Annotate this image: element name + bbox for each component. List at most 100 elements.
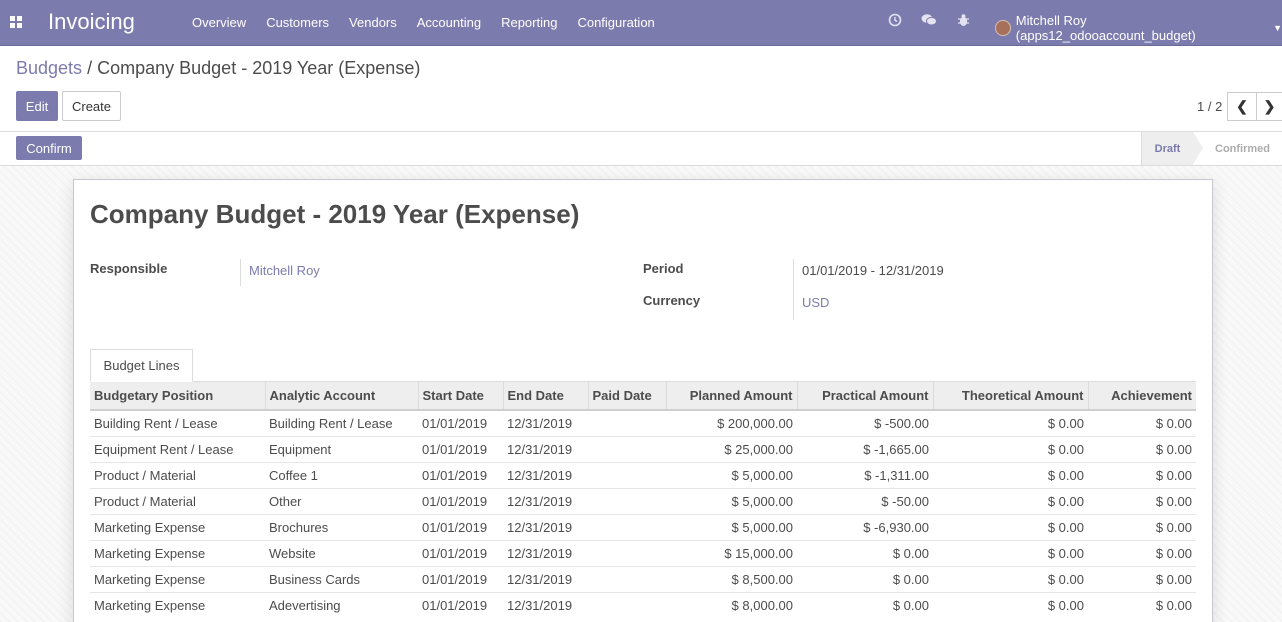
cell-theoretical-amount: $ 0.00 xyxy=(933,435,1088,462)
col-paid-date[interactable]: Paid Date xyxy=(587,382,666,411)
menu-customers[interactable]: Customers xyxy=(256,15,339,30)
field-divider xyxy=(240,259,241,286)
col-planned-amount[interactable]: Planned Amount xyxy=(665,382,797,411)
col-achievement[interactable]: Achievement xyxy=(1087,382,1196,411)
main-navbar: Invoicing Overview Customers Vendors Acc… xyxy=(0,0,1282,46)
app-title[interactable]: Invoicing xyxy=(48,9,135,35)
cell-paid-date xyxy=(588,461,666,488)
cell-practical-amount: $ -6,930.00 xyxy=(797,513,933,540)
menu-reporting[interactable]: Reporting xyxy=(491,15,567,30)
table-row[interactable]: Product / Material Coffee 1 01/01/2019 1… xyxy=(90,461,1196,488)
chevron-down-icon: ▼ xyxy=(1273,23,1282,33)
responsible-value[interactable]: Mitchell Roy xyxy=(249,263,320,278)
pager-previous-button[interactable]: ❮ xyxy=(1227,92,1257,121)
cell-practical-amount: $ -50.00 xyxy=(797,487,933,514)
cell-achievement: $ 0.00 xyxy=(1088,591,1196,618)
cell-end-date: 12/31/2019 xyxy=(503,565,588,592)
pager-value[interactable]: 1 / 2 xyxy=(1197,99,1222,114)
period-value: 01/01/2019 - 12/31/2019 xyxy=(802,263,944,278)
table-row[interactable]: Marketing Expense Brochures 01/01/2019 1… xyxy=(90,513,1196,540)
col-end-date[interactable]: End Date xyxy=(502,382,588,411)
col-analytic-account[interactable]: Analytic Account xyxy=(264,382,418,411)
breadcrumb-budgets[interactable]: Budgets xyxy=(16,58,82,78)
cell-analytic-account: Other xyxy=(265,487,418,514)
cell-paid-date xyxy=(588,487,666,514)
cell-planned-amount: $ 8,000.00 xyxy=(666,591,797,618)
stage-confirmed[interactable]: Confirmed xyxy=(1203,132,1282,165)
table-row[interactable]: Marketing Expense Adevertising 01/01/201… xyxy=(90,591,1196,618)
col-practical-amount[interactable]: Practical Amount xyxy=(796,382,933,411)
cell-end-date: 12/31/2019 xyxy=(503,409,588,436)
cell-analytic-account: Coffee 1 xyxy=(265,461,418,488)
tab-budget-lines[interactable]: Budget Lines xyxy=(90,349,193,382)
chat-icon[interactable] xyxy=(921,13,937,30)
cell-practical-amount: $ 0.00 xyxy=(797,591,933,618)
cell-end-date: 12/31/2019 xyxy=(503,591,588,618)
chevron-right-icon: ❯ xyxy=(1263,98,1276,114)
table-row[interactable]: Building Rent / Lease Building Rent / Le… xyxy=(90,409,1196,436)
apps-menu-icon[interactable] xyxy=(10,16,23,29)
confirm-button[interactable]: Confirm xyxy=(16,136,82,160)
cell-start-date: 01/01/2019 xyxy=(418,461,503,488)
col-budgetary-position[interactable]: Budgetary Position xyxy=(90,382,265,411)
cell-analytic-account: Equipment xyxy=(265,435,418,462)
table-row[interactable]: Equipment Rent / Lease Equipment 01/01/2… xyxy=(90,435,1196,462)
currency-value[interactable]: USD xyxy=(802,295,829,310)
budget-lines-table: Budgetary Position Analytic Account Star… xyxy=(90,382,1196,618)
cell-start-date: 01/01/2019 xyxy=(418,409,503,436)
avatar xyxy=(995,20,1011,36)
cell-planned-amount: $ 5,000.00 xyxy=(666,487,797,514)
cell-end-date: 12/31/2019 xyxy=(503,539,588,566)
table-row[interactable]: Product / Material Other 01/01/2019 12/3… xyxy=(90,487,1196,514)
table-row[interactable]: Marketing Expense Website 01/01/2019 12/… xyxy=(90,539,1196,566)
cell-achievement: $ 0.00 xyxy=(1088,461,1196,488)
user-menu[interactable]: Mitchell Roy (apps12_odooaccount_budget)… xyxy=(995,13,1282,43)
chevron-left-icon: ❮ xyxy=(1236,98,1248,114)
cell-practical-amount: $ 0.00 xyxy=(797,565,933,592)
cell-practical-amount: $ -500.00 xyxy=(797,409,933,436)
cell-analytic-account: Adevertising xyxy=(265,591,418,618)
pager-next-button[interactable]: ❯ xyxy=(1256,92,1282,121)
table-header-row: Budgetary Position Analytic Account Star… xyxy=(90,382,1196,411)
cell-analytic-account: Building Rent / Lease xyxy=(265,409,418,436)
cell-practical-amount: $ -1,311.00 xyxy=(797,461,933,488)
cell-theoretical-amount: $ 0.00 xyxy=(933,591,1088,618)
menu-vendors[interactable]: Vendors xyxy=(339,15,407,30)
menu-accounting[interactable]: Accounting xyxy=(407,15,491,30)
cell-practical-amount: $ -1,665.00 xyxy=(797,435,933,462)
cell-analytic-account: Website xyxy=(265,539,418,566)
cell-achievement: $ 0.00 xyxy=(1088,513,1196,540)
edit-button[interactable]: Edit xyxy=(16,91,58,121)
menu-configuration[interactable]: Configuration xyxy=(567,15,664,30)
field-divider xyxy=(793,259,794,320)
cell-end-date: 12/31/2019 xyxy=(503,435,588,462)
cell-paid-date xyxy=(588,565,666,592)
cell-budgetary-position: Building Rent / Lease xyxy=(90,409,265,436)
record-title: Company Budget - 2019 Year (Expense) xyxy=(90,199,580,229)
cell-start-date: 01/01/2019 xyxy=(418,435,503,462)
responsible-label: Responsible xyxy=(90,261,168,276)
cell-paid-date xyxy=(588,539,666,566)
cell-achievement: $ 0.00 xyxy=(1088,409,1196,436)
menu-overview[interactable]: Overview xyxy=(182,15,256,30)
col-start-date[interactable]: Start Date xyxy=(417,382,503,411)
cell-budgetary-position: Equipment Rent / Lease xyxy=(90,435,265,462)
cell-analytic-account: Business Cards xyxy=(265,565,418,592)
breadcrumb-current: Company Budget - 2019 Year (Expense) xyxy=(97,58,421,78)
cell-end-date: 12/31/2019 xyxy=(503,461,588,488)
col-theoretical-amount[interactable]: Theoretical Amount xyxy=(932,382,1088,411)
bug-icon[interactable] xyxy=(957,13,970,30)
table-row[interactable]: Marketing Expense Business Cards 01/01/2… xyxy=(90,565,1196,592)
cell-achievement: $ 0.00 xyxy=(1088,565,1196,592)
cell-end-date: 12/31/2019 xyxy=(503,513,588,540)
clock-icon[interactable] xyxy=(888,13,902,30)
cell-achievement: $ 0.00 xyxy=(1088,435,1196,462)
create-button[interactable]: Create xyxy=(62,91,121,121)
cell-paid-date xyxy=(588,435,666,462)
cell-theoretical-amount: $ 0.00 xyxy=(933,539,1088,566)
cell-end-date: 12/31/2019 xyxy=(503,487,588,514)
period-label: Period xyxy=(643,261,684,276)
cell-budgetary-position: Marketing Expense xyxy=(90,539,265,566)
currency-label: Currency xyxy=(643,293,701,308)
cell-paid-date xyxy=(588,591,666,618)
